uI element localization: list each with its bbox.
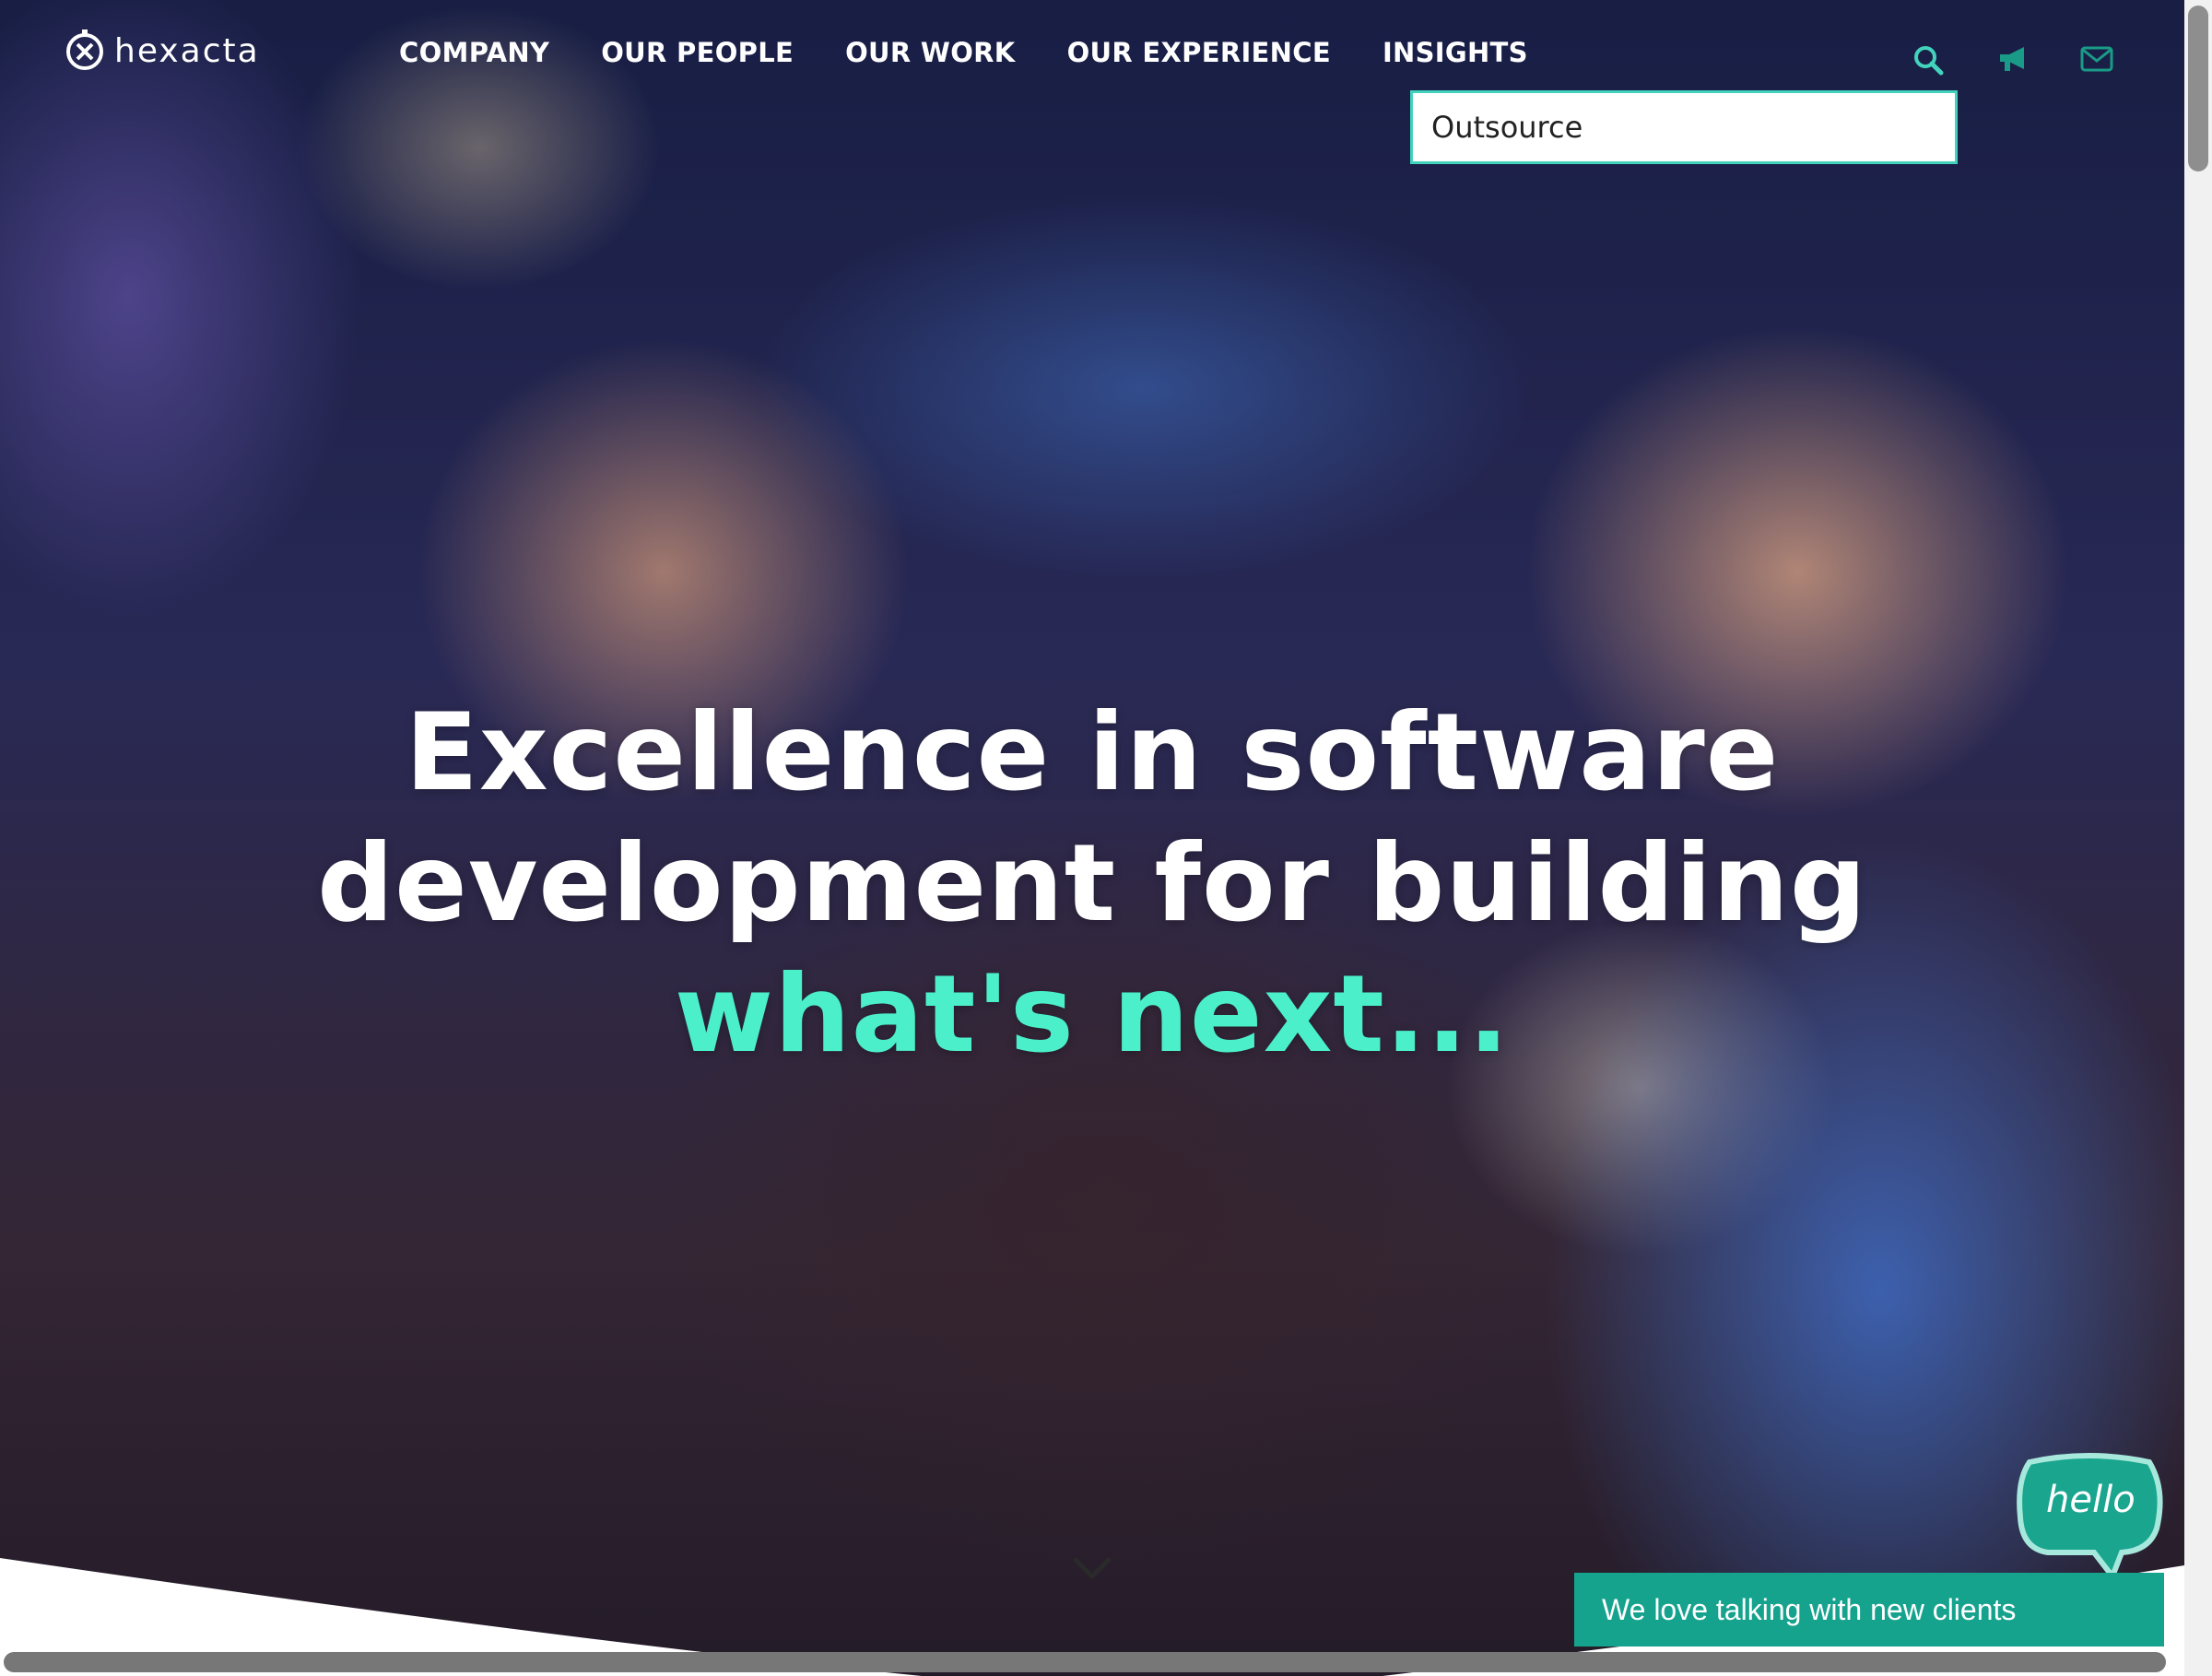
search-box: [1410, 90, 1958, 164]
horizontal-scrollbar-thumb[interactable]: [4, 1652, 2166, 1672]
hero-line-2: development for building: [317, 821, 1867, 946]
search-icon[interactable]: [1912, 44, 1944, 79]
nav-our-experience[interactable]: OUR EXPERIENCE: [1067, 37, 1331, 68]
chevron-down-icon[interactable]: [1072, 1556, 1112, 1586]
chat-hello-bubble[interactable]: hello: [2011, 1453, 2168, 1586]
chat-banner-text: We love talking with new clients: [1602, 1592, 2017, 1626]
search-input[interactable]: [1413, 93, 1955, 161]
chat-bubble-text: hello: [2046, 1479, 2136, 1521]
logo-text: hexacta: [114, 31, 260, 70]
chat-banner[interactable]: We love talking with new clients: [1574, 1573, 2164, 1646]
mail-icon[interactable]: [2080, 46, 2113, 76]
megaphone-icon[interactable]: [1996, 44, 2030, 77]
vertical-scrollbar[interactable]: [2184, 0, 2212, 1676]
main-nav: COMPANY OUR PEOPLE OUR WORK OUR EXPERIEN…: [399, 37, 1528, 68]
nav-insights[interactable]: INSIGHTS: [1382, 37, 1528, 68]
hero-accent-line: what's next...: [674, 952, 1511, 1077]
hero-line-1: Excellence in software: [405, 690, 1780, 815]
logo[interactable]: hexacta: [65, 28, 260, 74]
nav-company[interactable]: COMPANY: [399, 37, 549, 68]
vertical-scrollbar-thumb[interactable]: [2188, 6, 2208, 171]
nav-our-people[interactable]: OUR PEOPLE: [601, 37, 794, 68]
hero-headline: Excellence in software development for b…: [0, 688, 2184, 1080]
nav-our-work[interactable]: OUR WORK: [845, 37, 1015, 68]
horizontal-scrollbar[interactable]: [0, 1648, 2184, 1676]
hexacta-logo-icon: [66, 30, 103, 70]
